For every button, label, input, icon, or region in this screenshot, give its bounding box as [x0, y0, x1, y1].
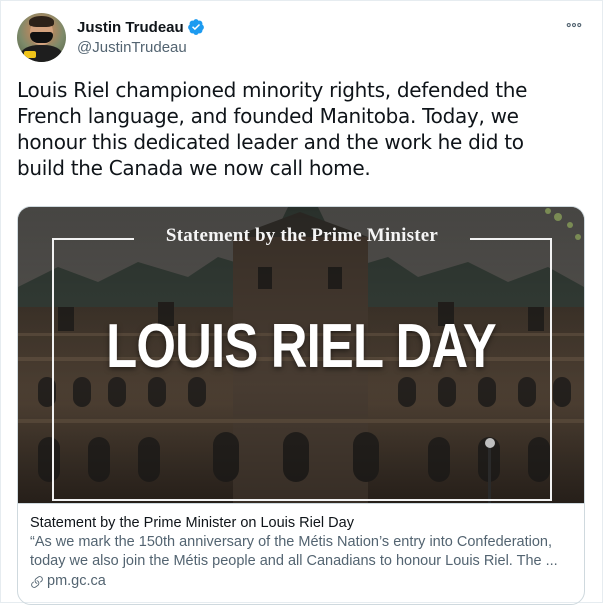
tweet-header: Justin Trudeau @JustinTrudeau [17, 13, 590, 62]
tweet-text-line: Louis Riel championed minority rights, d… [17, 78, 528, 102]
card-info[interactable]: Statement by the Prime Minister on Louis… [18, 503, 584, 604]
tweet-text-line: honour this dedicated leader and the wor… [17, 130, 524, 154]
verified-badge-icon [187, 18, 205, 36]
card-title: Statement by the Prime Minister on Louis… [30, 515, 354, 531]
avatar-hair [29, 16, 54, 27]
card-image[interactable]: Statement by the Prime Minister LOUIS RI… [18, 207, 584, 503]
tweet: Justin Trudeau @JustinTrudeau Louis Riel… [0, 0, 603, 605]
image-title: LOUIS RIEL DAY [106, 312, 496, 381]
frame-top-right [470, 238, 552, 240]
card-domain-text: pm.gc.ca [47, 573, 106, 589]
card-description-line: “As we mark the 150th anniversary of the… [30, 534, 552, 550]
tweet-text-line: build the Canada we now call home. [17, 156, 371, 180]
tweet-text: Louis Riel championed minority rights, d… [17, 77, 585, 181]
link-card[interactable]: Statement by the Prime Minister LOUIS RI… [17, 206, 585, 605]
avatar-badge [24, 51, 36, 58]
handle[interactable]: @JustinTrudeau [77, 39, 205, 56]
display-name[interactable]: Justin Trudeau [77, 19, 184, 36]
card-domain: pm.gc.ca [30, 572, 572, 591]
image-heading: Statement by the Prime Minister [165, 225, 439, 246]
author-info: Justin Trudeau @JustinTrudeau [77, 17, 205, 56]
tweet-text-line: French language, and founded Manitoba. T… [17, 104, 519, 128]
name-row: Justin Trudeau [77, 17, 205, 37]
avatar[interactable] [17, 13, 66, 62]
card-description-line: today we also join the Métis people and … [30, 553, 558, 569]
avatar-mask [30, 32, 53, 43]
link-icon [31, 575, 43, 588]
frame-top-left [52, 238, 134, 240]
more-options-icon[interactable] [562, 15, 586, 35]
